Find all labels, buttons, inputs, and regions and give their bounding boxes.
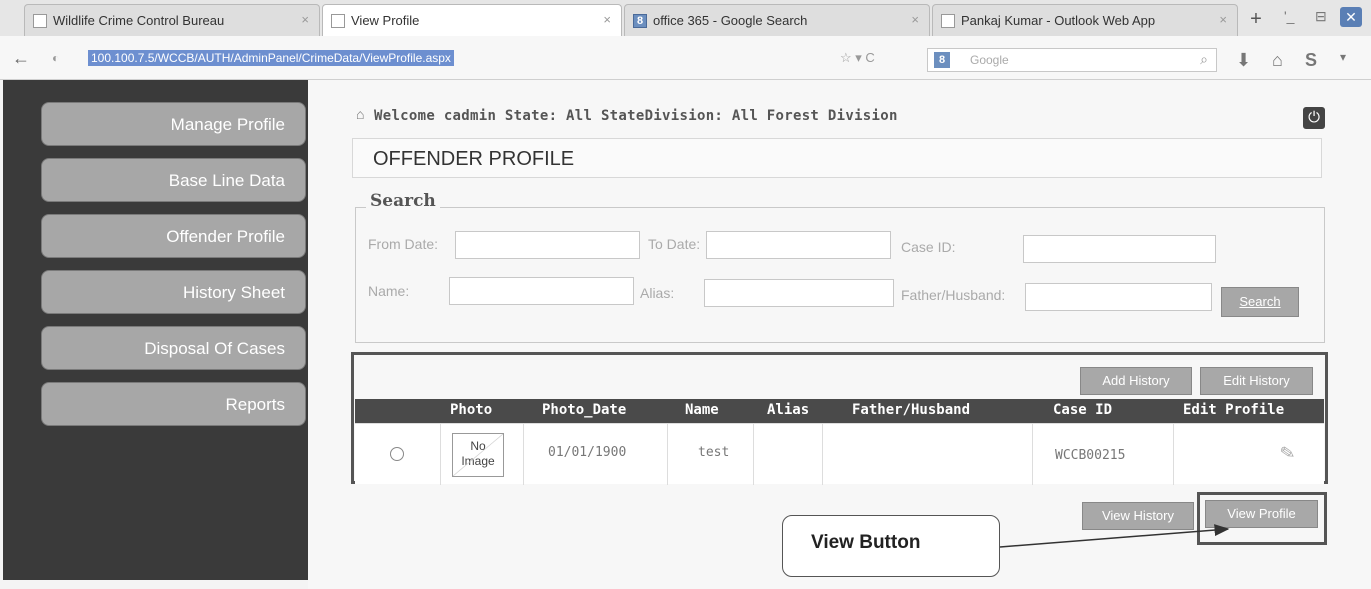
from-date-label: From Date: <box>368 236 439 252</box>
photo-date-cell: 01/01/1900 <box>548 445 627 460</box>
close-icon[interactable]: × <box>603 12 611 27</box>
url-text: 100.100.7.5/WCCB/AUTH/AdminPanel/CrimeDa… <box>88 50 454 66</box>
from-date-input[interactable] <box>455 231 640 259</box>
edit-pencil-icon[interactable]: ✎ <box>1278 442 1297 465</box>
tab-office-365-search[interactable]: 8 office 365 - Google Search × <box>624 4 930 36</box>
sidebar-item-base-line-data[interactable]: Base Line Data <box>41 158 306 202</box>
browser-nav-bar: ← ◐ 100.100.7.5/WCCB/AUTH/AdminPanel/Cri… <box>0 36 1371 80</box>
name-input[interactable] <box>449 277 634 305</box>
column-header: Photo <box>450 402 493 418</box>
browser-search-input[interactable]: 8 Google ⌕ <box>927 48 1217 72</box>
welcome-text: Welcome cadmin State: All StateDivision:… <box>374 108 898 124</box>
tab-view-profile[interactable]: View Profile × <box>322 4 622 36</box>
site-identity-icon: ◐ <box>52 51 60 65</box>
row-select-radio[interactable] <box>390 447 404 461</box>
edit-history-button[interactable]: Edit History <box>1200 367 1313 395</box>
addon-s-icon[interactable]: S <box>1305 50 1317 71</box>
menu-chevron-icon[interactable]: ▾ <box>1340 50 1346 64</box>
minimize-icon[interactable]: '_ <box>1284 8 1294 24</box>
download-icon[interactable]: ⬇ <box>1236 50 1251 71</box>
page-icon <box>941 14 955 28</box>
tab-wildlife-crime-control-bureau[interactable]: Wildlife Crime Control Bureau × <box>24 4 320 36</box>
home-icon[interactable]: ⌂ <box>1272 50 1283 71</box>
new-tab-icon[interactable]: + <box>1242 8 1270 32</box>
close-icon[interactable]: × <box>301 12 309 27</box>
reload-icon[interactable]: ☆ ▾ C <box>840 50 875 66</box>
column-header: Name <box>685 402 719 418</box>
power-logout-icon[interactable]: ⏻ <box>1303 107 1325 129</box>
annotation-callout: View Button <box>782 515 1000 577</box>
case-id-input[interactable] <box>1023 235 1216 263</box>
page-title-box: OFFENDER PROFILE <box>352 138 1322 178</box>
sidebar-item-reports[interactable]: Reports <box>41 382 306 426</box>
add-history-button[interactable]: Add History <box>1080 367 1192 395</box>
sidebar: Manage Profile Base Line Data Offender P… <box>3 80 308 580</box>
case-id-cell: WCCB00215 <box>1055 448 1126 463</box>
address-bar[interactable]: ◐ 100.100.7.5/WCCB/AUTH/AdminPanel/Crime… <box>40 48 890 70</box>
back-arrow-icon[interactable]: ← <box>12 48 30 69</box>
father-husband-input[interactable] <box>1025 283 1212 311</box>
close-icon[interactable]: × <box>911 12 919 27</box>
no-image-placeholder: No Image <box>452 433 504 477</box>
column-header: Father/Husband <box>852 402 971 418</box>
to-date-label: To Date: <box>648 236 701 252</box>
father-husband-label: Father/Husband: <box>901 287 1006 303</box>
name-cell: test <box>698 445 730 460</box>
search-engine-icon: 8 <box>633 14 647 28</box>
sidebar-item-manage-profile[interactable]: Manage Profile <box>41 102 306 146</box>
restore-icon[interactable]: ⊟ <box>1315 8 1327 25</box>
column-header: Edit Profile <box>1183 402 1285 418</box>
column-header: Alias <box>767 402 810 418</box>
window-close-icon[interactable]: ✕ <box>1340 7 1362 27</box>
sidebar-item-offender-profile[interactable]: Offender Profile <box>41 214 306 258</box>
alias-input[interactable] <box>704 279 894 307</box>
tab-outlook-web-app[interactable]: Pankaj Kumar - Outlook Web App × <box>932 4 1238 36</box>
case-id-label: Case ID: <box>901 239 956 255</box>
alias-label: Alias: <box>640 285 675 301</box>
name-label: Name: <box>368 283 410 299</box>
search-legend: Search <box>366 191 440 211</box>
page-icon <box>33 14 47 28</box>
sidebar-item-disposal-of-cases[interactable]: Disposal Of Cases <box>41 326 306 370</box>
view-profile-button[interactable]: View Profile <box>1205 500 1318 528</box>
column-header: Photo_Date <box>542 402 627 418</box>
search-icon[interactable]: ⌕ <box>1200 51 1208 68</box>
main-content: ⌂ Welcome cadmin State: All StateDivisio… <box>308 80 1371 589</box>
column-header: Case ID <box>1053 402 1113 418</box>
page-title: OFFENDER PROFILE <box>373 148 575 170</box>
tab-label: Pankaj Kumar - Outlook Web App <box>961 13 1156 28</box>
close-icon[interactable]: × <box>1219 12 1227 27</box>
page-icon <box>331 14 345 28</box>
table-row: No Image 01/01/1900 test WCCB00215 ✎ <box>355 423 1324 485</box>
search-placeholder: Google <box>970 53 1009 67</box>
browser-tab-bar: Wildlife Crime Control Bureau × View Pro… <box>0 0 1371 36</box>
search-button[interactable]: Search <box>1221 287 1299 317</box>
view-history-button[interactable]: View History <box>1082 502 1194 530</box>
search-engine-icon: 8 <box>934 52 950 68</box>
to-date-input[interactable] <box>706 231 891 259</box>
home-icon[interactable]: ⌂ <box>356 106 364 122</box>
search-fieldset <box>355 207 1325 343</box>
tab-label: office 365 - Google Search <box>653 13 808 28</box>
tab-label: Wildlife Crime Control Bureau <box>53 13 225 28</box>
grid-header-row: Photo Photo_Date Name Alias Father/Husba… <box>355 399 1324 423</box>
tab-label: View Profile <box>351 13 420 28</box>
sidebar-item-history-sheet[interactable]: History Sheet <box>41 270 306 314</box>
